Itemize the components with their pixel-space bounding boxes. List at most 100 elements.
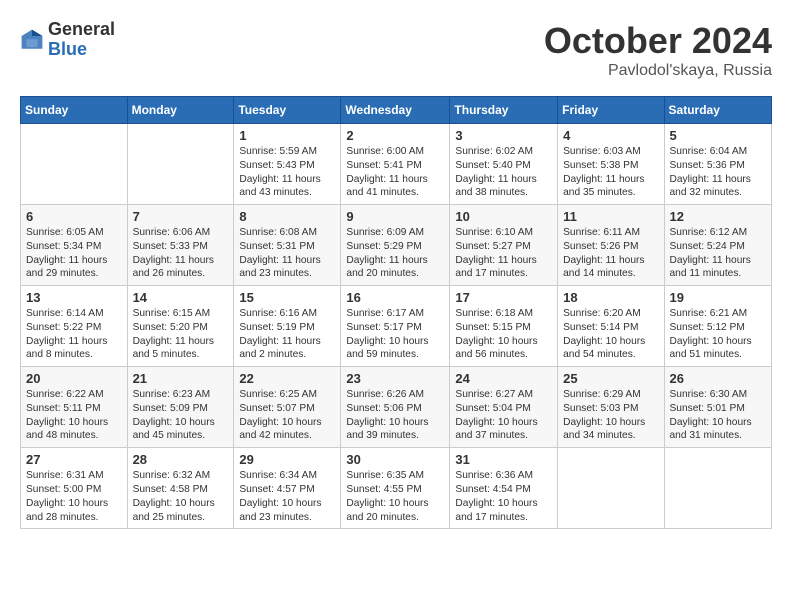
day-number: 13 [26,290,122,305]
day-number: 17 [455,290,552,305]
calendar-cell: 5 Sunrise: 6:04 AMSunset: 5:36 PMDaylight… [664,124,771,205]
calendar-cell: 31Sunrise: 6:36 AMSunset: 4:54 PMDayligh… [450,448,558,529]
weekday-header-monday: Monday [127,97,234,124]
calendar-cell [558,448,664,529]
day-info: Sunrise: 5:59 AMSunset: 5:43 PMDaylight:… [239,145,335,200]
weekday-header-friday: Friday [558,97,664,124]
calendar-cell: 15Sunrise: 6:16 AMSunset: 5:19 PMDayligh… [234,286,341,367]
calendar-cell: 14 Sunrise: 6:15 AMSunset: 5:20 PMDayligh… [127,286,234,367]
calendar-cell: 28 Sunrise: 6:32 AMSunset: 4:58 PMDayligh… [127,448,234,529]
logo-blue-text: Blue [48,40,115,60]
day-info: Sunrise: 6:04 AMSunset: 5:36 PMDaylight:… [670,145,766,200]
calendar-week-1: 1Sunrise: 5:59 AMSunset: 5:43 PMDaylight… [21,124,772,205]
weekday-header-thursday: Thursday [450,97,558,124]
calendar-cell: 16 Sunrise: 6:17 AMSunset: 5:17 PMDayligh… [341,286,450,367]
day-info: Sunrise: 6:30 AMSunset: 5:01 PMDaylight:… [670,388,766,443]
day-number: 16 [346,290,444,305]
calendar-cell: 2 Sunrise: 6:00 AMSunset: 5:41 PMDaylight… [341,124,450,205]
calendar-week-2: 6Sunrise: 6:05 AMSunset: 5:34 PMDaylight… [21,205,772,286]
page-header: General Blue October 2024 Pavlodol'skaya… [20,20,772,80]
calendar-cell: 6Sunrise: 6:05 AMSunset: 5:34 PMDaylight… [21,205,128,286]
calendar-cell: 9 Sunrise: 6:09 AMSunset: 5:29 PMDaylight… [341,205,450,286]
location-text: Pavlodol'skaya, Russia [544,62,772,80]
day-number: 3 [455,128,552,143]
day-info: Sunrise: 6:32 AMSunset: 4:58 PMDaylight:… [133,469,229,524]
calendar-cell: 30 Sunrise: 6:35 AMSunset: 4:55 PMDayligh… [341,448,450,529]
calendar-cell [664,448,771,529]
calendar-body: 1Sunrise: 5:59 AMSunset: 5:43 PMDaylight… [21,124,772,529]
calendar-week-4: 20Sunrise: 6:22 AMSunset: 5:11 PMDayligh… [21,367,772,448]
day-info: Sunrise: 6:21 AMSunset: 5:12 PMDaylight:… [670,307,766,362]
day-number: 25 [563,371,658,386]
day-number: 31 [455,452,552,467]
calendar-cell: 4 Sunrise: 6:03 AMSunset: 5:38 PMDaylight… [558,124,664,205]
day-info: Sunrise: 6:11 AMSunset: 5:26 PMDaylight:… [563,226,658,281]
day-info: Sunrise: 6:15 AMSunset: 5:20 PMDaylight:… [133,307,229,362]
weekday-header-row: SundayMondayTuesdayWednesdayThursdayFrid… [21,97,772,124]
calendar-cell: 21Sunrise: 6:23 AMSunset: 5:09 PMDayligh… [127,367,234,448]
day-info: Sunrise: 6:02 AMSunset: 5:40 PMDaylight:… [455,145,552,200]
calendar-cell: 12Sunrise: 6:12 AMSunset: 5:24 PMDayligh… [664,205,771,286]
day-number: 18 [563,290,658,305]
weekday-header-sunday: Sunday [21,97,128,124]
day-number: 27 [26,452,122,467]
day-number: 2 [346,128,444,143]
day-number: 5 [670,128,766,143]
weekday-header-wednesday: Wednesday [341,97,450,124]
day-info: Sunrise: 6:23 AMSunset: 5:09 PMDaylight:… [133,388,229,443]
title-block: October 2024 Pavlodol'skaya, Russia [544,20,772,80]
calendar-cell: 24 Sunrise: 6:27 AMSunset: 5:04 PMDayligh… [450,367,558,448]
calendar-cell: 20Sunrise: 6:22 AMSunset: 5:11 PMDayligh… [21,367,128,448]
calendar-cell: 18Sunrise: 6:20 AMSunset: 5:14 PMDayligh… [558,286,664,367]
day-number: 8 [239,209,335,224]
day-number: 26 [670,371,766,386]
day-info: Sunrise: 6:09 AMSunset: 5:29 PMDaylight:… [346,226,444,281]
day-number: 11 [563,209,658,224]
day-info: Sunrise: 6:26 AMSunset: 5:06 PMDaylight:… [346,388,444,443]
day-info: Sunrise: 6:29 AMSunset: 5:03 PMDaylight:… [563,388,658,443]
calendar-cell: 3 Sunrise: 6:02 AMSunset: 5:40 PMDaylight… [450,124,558,205]
logo-icon [20,28,44,52]
day-info: Sunrise: 6:00 AMSunset: 5:41 PMDaylight:… [346,145,444,200]
day-number: 4 [563,128,658,143]
calendar-cell: 11 Sunrise: 6:11 AMSunset: 5:26 PMDayligh… [558,205,664,286]
day-info: Sunrise: 6:10 AMSunset: 5:27 PMDaylight:… [455,226,552,281]
day-number: 7 [133,209,229,224]
calendar-cell: 17 Sunrise: 6:18 AMSunset: 5:15 PMDayligh… [450,286,558,367]
day-number: 15 [239,290,335,305]
calendar-cell: 1Sunrise: 5:59 AMSunset: 5:43 PMDaylight… [234,124,341,205]
day-number: 30 [346,452,444,467]
weekday-header-saturday: Saturday [664,97,771,124]
day-number: 22 [239,371,335,386]
logo-general-text: General [48,20,115,40]
day-info: Sunrise: 6:03 AMSunset: 5:38 PMDaylight:… [563,145,658,200]
calendar-cell: 13 Sunrise: 6:14 AMSunset: 5:22 PMDayligh… [21,286,128,367]
day-number: 19 [670,290,766,305]
logo-text: General Blue [48,20,115,60]
day-info: Sunrise: 6:17 AMSunset: 5:17 PMDaylight:… [346,307,444,362]
day-info: Sunrise: 6:14 AMSunset: 5:22 PMDaylight:… [26,307,122,362]
calendar-cell: 23 Sunrise: 6:26 AMSunset: 5:06 PMDayligh… [341,367,450,448]
day-info: Sunrise: 6:27 AMSunset: 5:04 PMDaylight:… [455,388,552,443]
day-number: 14 [133,290,229,305]
day-info: Sunrise: 6:18 AMSunset: 5:15 PMDaylight:… [455,307,552,362]
calendar-cell: 29 Sunrise: 6:34 AMSunset: 4:57 PMDayligh… [234,448,341,529]
day-number: 12 [670,209,766,224]
day-number: 24 [455,371,552,386]
calendar-cell: 7Sunrise: 6:06 AMSunset: 5:33 PMDaylight… [127,205,234,286]
day-number: 23 [346,371,444,386]
calendar-week-5: 27Sunrise: 6:31 AMSunset: 5:00 PMDayligh… [21,448,772,529]
day-number: 28 [133,452,229,467]
day-number: 10 [455,209,552,224]
calendar-cell: 8Sunrise: 6:08 AMSunset: 5:31 PMDaylight… [234,205,341,286]
day-number: 9 [346,209,444,224]
calendar-cell: 25 Sunrise: 6:29 AMSunset: 5:03 PMDayligh… [558,367,664,448]
day-number: 20 [26,371,122,386]
calendar-cell: 19 Sunrise: 6:21 AMSunset: 5:12 PMDayligh… [664,286,771,367]
calendar-cell: 26 Sunrise: 6:30 AMSunset: 5:01 PMDayligh… [664,367,771,448]
calendar-cell: 27Sunrise: 6:31 AMSunset: 5:00 PMDayligh… [21,448,128,529]
month-title: October 2024 [544,20,772,62]
day-info: Sunrise: 6:35 AMSunset: 4:55 PMDaylight:… [346,469,444,524]
day-info: Sunrise: 6:34 AMSunset: 4:57 PMDaylight:… [239,469,335,524]
day-number: 29 [239,452,335,467]
